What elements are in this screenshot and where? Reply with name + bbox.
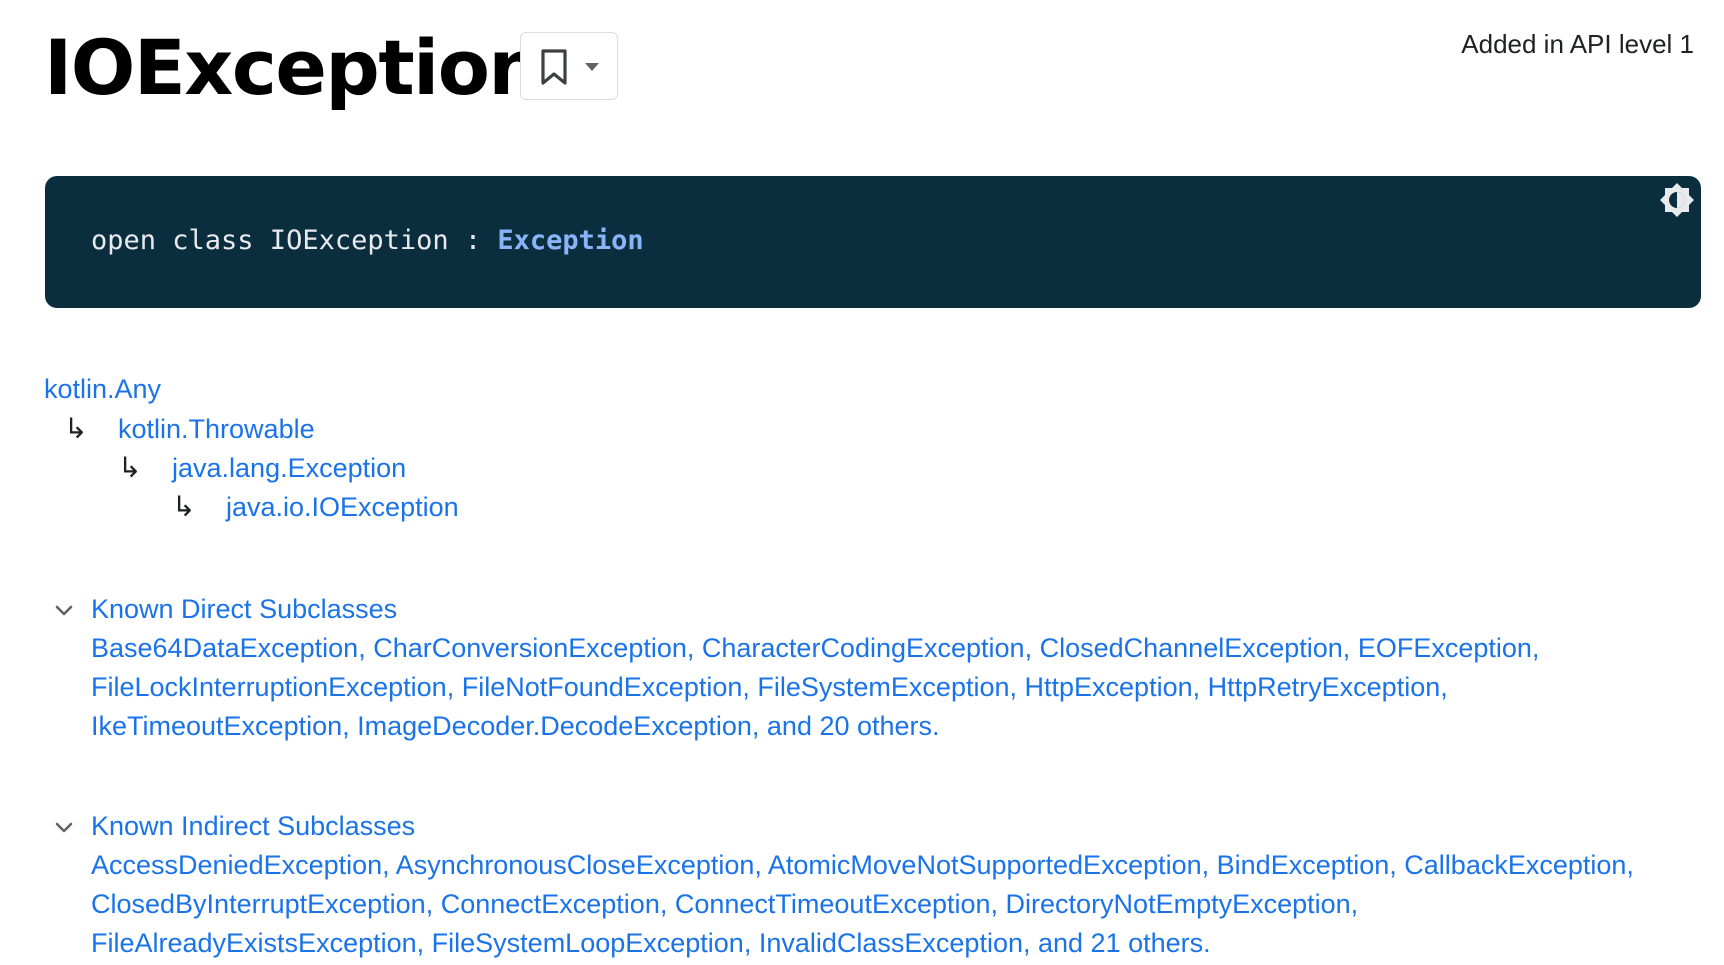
subclass-link[interactable]: FileAlreadyExistsException bbox=[91, 928, 417, 958]
api-level-label: Added in API level 1 bbox=[1461, 29, 1694, 59]
subclass-link[interactable]: Base64DataException bbox=[91, 633, 358, 663]
page-title: IOException bbox=[44, 23, 543, 112]
list-separator: , bbox=[754, 850, 768, 880]
chevron-down-icon[interactable] bbox=[52, 815, 76, 839]
indirect-subclasses-toggle[interactable]: Known Indirect Subclasses bbox=[91, 807, 1692, 846]
inheritance-link-throwable[interactable]: kotlin.Throwable bbox=[118, 414, 315, 444]
list-separator: , bbox=[1201, 850, 1217, 880]
list-separator: , bbox=[1531, 633, 1540, 663]
list-separator: , bbox=[425, 889, 441, 919]
list-separator: , bbox=[742, 672, 758, 702]
list-separator: , bbox=[1022, 928, 1038, 958]
subclass-link[interactable]: FileSystemException bbox=[757, 672, 1009, 702]
list-separator: , bbox=[990, 889, 1006, 919]
list-separator: , bbox=[659, 889, 675, 919]
subclass-link[interactable]: BindException bbox=[1217, 850, 1390, 880]
subclass-link[interactable]: CharacterCodingException bbox=[702, 633, 1025, 663]
list-separator: , bbox=[686, 633, 702, 663]
list-separator: , bbox=[358, 633, 374, 663]
list-separator: , bbox=[1192, 672, 1208, 702]
subclass-link[interactable]: FileNotFoundException bbox=[462, 672, 743, 702]
subclass-link[interactable]: HttpRetryException bbox=[1208, 672, 1441, 702]
subclass-link[interactable]: HttpException bbox=[1025, 672, 1193, 702]
more-subclasses-link[interactable]: and 20 others. bbox=[767, 711, 940, 741]
subclass-link[interactable]: ClosedChannelException bbox=[1040, 633, 1343, 663]
subclass-link[interactable]: AsynchronousCloseException bbox=[396, 850, 755, 880]
inheritance-link-exception[interactable]: java.lang.Exception bbox=[172, 453, 406, 483]
inheritance-link-ioexception[interactable]: java.io.IOException bbox=[226, 492, 459, 522]
subclass-link[interactable]: InvalidClassException bbox=[759, 928, 1023, 958]
inheritance-link-any[interactable]: kotlin.Any bbox=[44, 374, 161, 404]
indirect-subclasses-section: Known Indirect Subclasses AccessDeniedEx… bbox=[52, 807, 1692, 963]
subclass-link[interactable]: ClosedByInterruptException bbox=[91, 889, 426, 919]
subclass-link[interactable]: CharConversionException bbox=[373, 633, 687, 663]
inheritance-tree: kotlin.Any ↳ kotlin.Throwable ↳ java.lang.… bbox=[44, 370, 459, 526]
subclass-link[interactable]: AtomicMoveNotSupportedException bbox=[768, 850, 1202, 880]
subclass-link[interactable]: AccessDeniedException bbox=[91, 850, 382, 880]
inheritance-row: kotlin.Any bbox=[44, 370, 459, 409]
bookmark-button[interactable] bbox=[520, 32, 618, 100]
list-separator: , bbox=[1626, 850, 1634, 880]
subclass-link[interactable]: DirectoryNotEmptyException bbox=[1006, 889, 1351, 919]
brightness-icon[interactable] bbox=[1657, 180, 1697, 220]
indirect-subclasses-list: AccessDeniedException, AsynchronousClose… bbox=[91, 846, 1692, 963]
code-signature-block: open class IOException : Exception bbox=[45, 176, 1701, 308]
list-separator: , bbox=[1440, 672, 1448, 702]
subclass-link[interactable]: FileSystemLoopException bbox=[432, 928, 744, 958]
list-separator: , bbox=[416, 928, 432, 958]
more-subclasses-link[interactable]: and 21 others. bbox=[1038, 928, 1211, 958]
list-separator: , bbox=[446, 672, 462, 702]
list-separator: , bbox=[342, 711, 358, 741]
list-separator: , bbox=[743, 928, 759, 958]
inheritance-arrow-icon: ↳ bbox=[118, 452, 142, 483]
list-separator: , bbox=[751, 711, 767, 741]
list-separator: , bbox=[1350, 889, 1359, 919]
code-keywords: open class IOException : bbox=[91, 225, 498, 256]
inheritance-row: ↳ java.io.IOException bbox=[44, 487, 459, 526]
direct-subclasses-toggle[interactable]: Known Direct Subclasses bbox=[91, 590, 1692, 629]
subclass-link[interactable]: FileLockInterruptionException bbox=[91, 672, 447, 702]
inheritance-row: ↳ kotlin.Throwable bbox=[44, 409, 459, 448]
subclass-link[interactable]: EOFException bbox=[1358, 633, 1532, 663]
bookmark-icon bbox=[541, 49, 567, 85]
subclass-link[interactable]: IkeTimeoutException bbox=[91, 711, 342, 741]
list-separator: , bbox=[382, 850, 396, 880]
direct-subclasses-section: Known Direct Subclasses Base64DataExcept… bbox=[52, 590, 1692, 746]
subclass-link[interactable]: ConnectException bbox=[441, 889, 660, 919]
list-separator: , bbox=[1342, 633, 1358, 663]
subclass-link[interactable]: ConnectTimeoutException bbox=[675, 889, 991, 919]
subclass-link[interactable]: CallbackException bbox=[1404, 850, 1626, 880]
list-separator: , bbox=[1009, 672, 1025, 702]
parent-class-link[interactable]: Exception bbox=[497, 225, 643, 256]
list-separator: , bbox=[1024, 633, 1040, 663]
subclass-link[interactable]: ImageDecoder.DecodeException bbox=[357, 711, 752, 741]
chevron-down-icon[interactable] bbox=[52, 598, 76, 622]
inheritance-arrow-icon: ↳ bbox=[172, 491, 196, 522]
list-separator: , bbox=[1389, 850, 1405, 880]
inheritance-arrow-icon: ↳ bbox=[64, 413, 88, 444]
direct-subclasses-list: Base64DataException, CharConversionExcep… bbox=[91, 629, 1692, 746]
code-signature: open class IOException : Exception bbox=[91, 219, 644, 263]
inheritance-row: ↳ java.lang.Exception bbox=[44, 448, 459, 487]
caret-down-icon bbox=[585, 63, 599, 71]
